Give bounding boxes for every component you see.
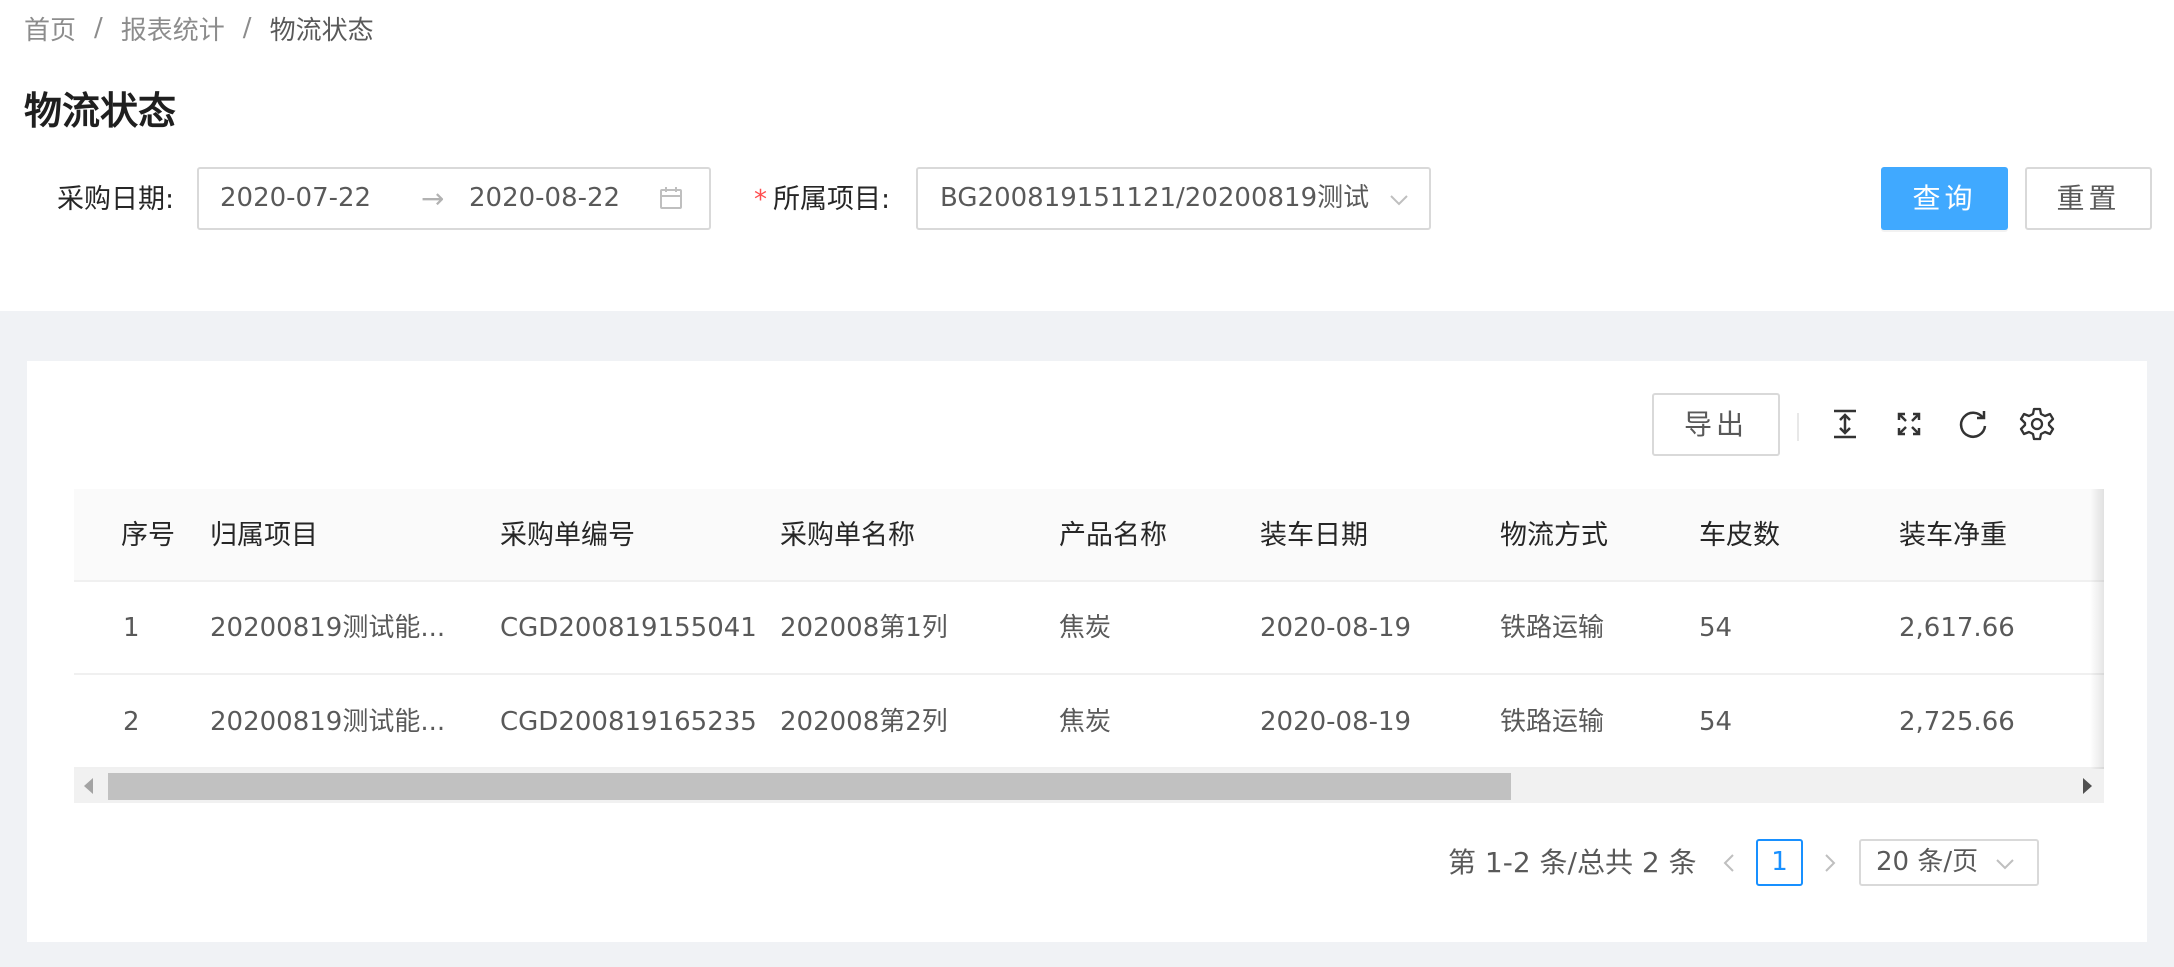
column-header-order-no: 采购单编号: [500, 520, 635, 551]
cell-project: 20200819测试能...: [210, 613, 446, 643]
cell-load-date: 2020-08-19: [1260, 707, 1412, 737]
fixed-column-shadow: [2090, 489, 2104, 769]
setting-icon[interactable]: [2019, 406, 2055, 442]
cell-net-weight: 2,617.66: [1899, 613, 2015, 643]
reset-button[interactable]: 重置: [2025, 167, 2152, 230]
column-header-net-weight: 装车净重: [1899, 520, 2007, 551]
next-page-icon[interactable]: [1816, 849, 1844, 877]
breadcrumb-current: 物流状态: [269, 15, 374, 46]
date-start-input[interactable]: 2020-07-22: [220, 169, 371, 228]
breadcrumb-separator: /: [242, 13, 252, 43]
page-item-active[interactable]: 1: [1756, 839, 1803, 886]
reload-icon[interactable]: [1955, 406, 1991, 442]
cell-product: 焦炭: [1059, 613, 1112, 643]
column-header-load-date: 装车日期: [1260, 520, 1368, 551]
fullscreen-icon[interactable]: [1891, 406, 1927, 442]
scroll-left-arrow-icon[interactable]: [84, 778, 93, 794]
breadcrumb-section[interactable]: 报表统计: [121, 10, 225, 47]
table-row[interactable]: 1 20200819测试能... CGD200819155041 202008第…: [74, 582, 2104, 675]
cell-index: 1: [123, 613, 140, 643]
breadcrumb-home[interactable]: 首页: [24, 10, 76, 47]
cell-wagons: 54: [1699, 613, 1733, 643]
breadcrumb: 首页 / 报表统计 / 物流状态: [24, 8, 374, 48]
column-header-order-name: 采购单名称: [780, 520, 915, 551]
table-row[interactable]: 2 20200819测试能... CGD200819165235 202008第…: [74, 676, 2104, 769]
query-button[interactable]: 查询: [1881, 167, 2008, 230]
project-label: 所属项目:: [773, 184, 891, 215]
prev-page-icon[interactable]: [1715, 849, 1743, 877]
cell-project: 20200819测试能...: [210, 707, 446, 737]
chevron-down-icon: [1390, 195, 1408, 206]
breadcrumb-separator: /: [94, 13, 103, 43]
calendar-icon: [660, 187, 682, 209]
cell-net-weight: 2,725.66: [1899, 707, 2015, 737]
project-select-value: BG200819151121/20200819测试...: [940, 183, 1370, 213]
range-arrow-icon: →: [421, 182, 445, 215]
cell-order-no: CGD200819165235: [500, 707, 757, 737]
column-header-index: 序号: [121, 520, 175, 551]
date-range-picker[interactable]: 2020-07-22 → 2020-08-22: [197, 167, 711, 230]
table-header: 序号 归属项目 采购单编号 采购单名称 产品名称 装车日期 物流方式 车皮数 装…: [74, 489, 2104, 582]
cell-index: 2: [123, 707, 140, 737]
cell-load-date: 2020-08-19: [1260, 613, 1412, 643]
cell-order-name: 202008第1列: [780, 613, 948, 643]
cell-logistics: 铁路运输: [1500, 707, 1605, 737]
cell-order-no: CGD200819155041: [500, 613, 757, 643]
column-header-logistics: 物流方式: [1500, 520, 1608, 551]
date-label: 采购日期:: [57, 184, 175, 215]
cell-order-name: 202008第2列: [780, 707, 948, 737]
column-header-product: 产品名称: [1059, 520, 1167, 551]
required-mark: *: [754, 185, 767, 215]
page-size-select[interactable]: 20 条/页: [1859, 839, 2039, 886]
cell-wagons: 54: [1699, 707, 1733, 737]
scroll-right-arrow-icon[interactable]: [2083, 778, 2092, 794]
page-size-value: 20 条/页: [1876, 847, 1979, 877]
page-title: 物流状态: [24, 89, 177, 133]
project-select[interactable]: BG200819151121/20200819测试...: [916, 167, 1431, 230]
cell-logistics: 铁路运输: [1500, 613, 1605, 643]
chevron-down-icon: [1996, 859, 2014, 870]
column-height-icon[interactable]: [1827, 406, 1863, 442]
date-end-input[interactable]: 2020-08-22: [469, 169, 620, 228]
export-button[interactable]: 导出: [1652, 393, 1780, 456]
column-header-wagons: 车皮数: [1699, 520, 1780, 551]
horizontal-scrollbar[interactable]: [74, 769, 2104, 803]
project-label-wrap: * 所属项目:: [754, 178, 890, 222]
pagination-total: 第 1-2 条/总共 2 条: [1448, 846, 1697, 879]
scrollbar-thumb[interactable]: [108, 773, 1511, 800]
cell-product: 焦炭: [1059, 707, 1112, 737]
toolbar-divider: [1797, 413, 1799, 441]
column-header-project: 归属项目: [210, 520, 318, 551]
data-table: 序号 归属项目 采购单编号 采购单名称 产品名称 装车日期 物流方式 车皮数 装…: [74, 489, 2104, 805]
